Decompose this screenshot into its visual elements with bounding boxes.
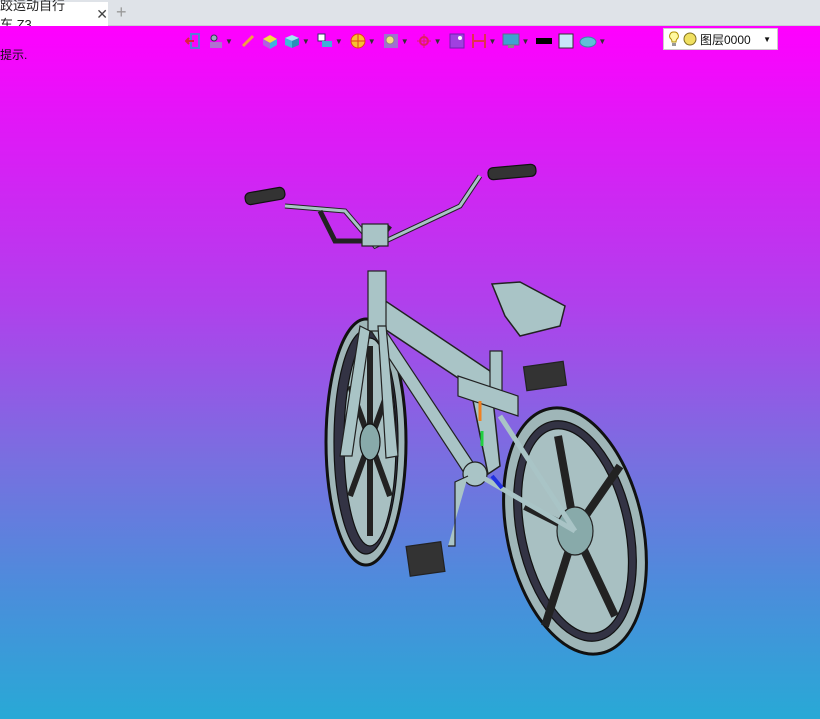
3d-viewport[interactable]: 提示. ▼ ▼ ▼ ▼ ▼ ▼ ▼ ▼ ▼ 图层0000 ▼ — [0, 26, 820, 719]
rear-wheel — [478, 406, 648, 656]
close-icon[interactable]: ✕ — [96, 6, 108, 23]
document-tab[interactable]: 跤运动自行车.Z3 ✕ — [0, 0, 108, 32]
stem — [361, 223, 389, 247]
bicycle-model — [244, 163, 648, 656]
left-grip — [244, 186, 286, 206]
tab-bar: 跤运动自行车.Z3 ✕ + — [0, 0, 820, 32]
right-grip — [487, 163, 537, 181]
new-tab-button[interactable]: + — [116, 2, 127, 23]
seat — [490, 281, 566, 337]
